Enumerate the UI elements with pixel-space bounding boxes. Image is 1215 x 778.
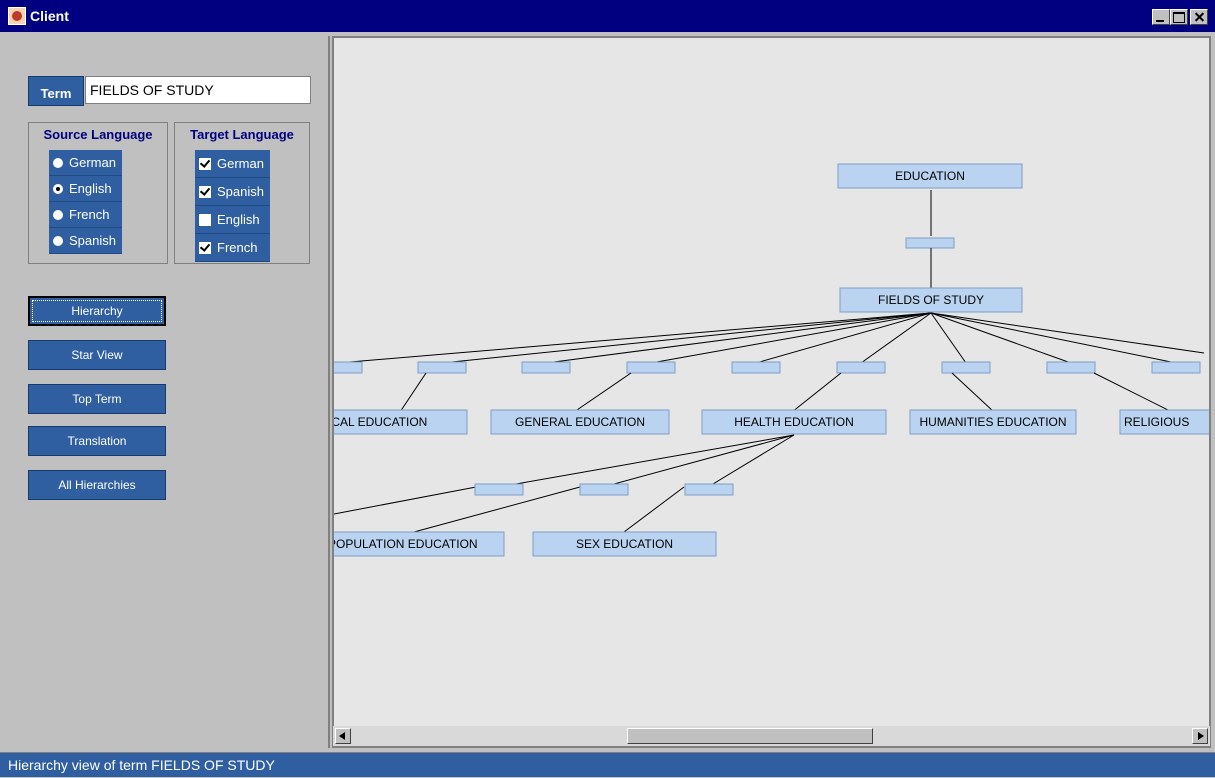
target-language-option[interactable]: English	[195, 206, 270, 234]
hierarchy-edge	[441, 312, 932, 364]
source-language-title: Source Language	[43, 127, 153, 142]
target-language-option[interactable]: German	[195, 150, 270, 178]
hierarchy-edge	[930, 312, 1072, 364]
relation-connector[interactable]	[417, 361, 467, 374]
maximize-button[interactable]	[1170, 9, 1188, 25]
term-input[interactable]	[85, 76, 311, 104]
option-label: English	[69, 181, 112, 196]
relation-connector[interactable]	[521, 361, 571, 374]
hierarchy-edge	[498, 434, 795, 488]
hierarchy-edge	[930, 312, 1205, 354]
target-language-option[interactable]: Spanish	[195, 178, 270, 206]
relation-connector[interactable]	[1046, 361, 1096, 374]
checkbox-icon[interactable]	[199, 241, 211, 254]
relation-connector[interactable]	[626, 361, 676, 374]
hierarchy-edge	[951, 372, 995, 413]
checkbox-icon[interactable]	[199, 185, 211, 198]
hierarchy-edge	[930, 312, 1177, 364]
radio-icon[interactable]	[53, 183, 63, 194]
hierarchy-edge	[399, 372, 427, 413]
source-language-option[interactable]: French	[49, 202, 122, 228]
target-language-options: German Spanish English French	[195, 150, 270, 262]
horizontal-scrollbar[interactable]	[333, 726, 1210, 746]
relation-connector[interactable]	[474, 483, 524, 496]
radio-icon[interactable]	[53, 235, 63, 246]
radio-icon[interactable]	[53, 157, 63, 168]
source-language-option[interactable]: German	[49, 150, 122, 176]
view-button-star-view[interactable]: Star View	[28, 340, 166, 370]
relation-connector[interactable]	[1151, 361, 1201, 374]
scroll-left-button[interactable]	[335, 728, 351, 744]
source-language-option[interactable]: Spanish	[49, 228, 122, 254]
hierarchy-edge	[930, 312, 967, 364]
node-child-4-label: RELIGIOUS	[1124, 415, 1189, 429]
option-label: German	[69, 155, 116, 170]
hierarchy-edge	[602, 434, 795, 488]
source-language-option[interactable]: English	[49, 176, 122, 202]
relation-connector[interactable]	[905, 237, 955, 249]
relation-connector[interactable]	[579, 483, 629, 496]
control-panel: Term Source Language German English French…	[8, 36, 330, 748]
term-row: Term	[28, 76, 311, 106]
java-cup-icon	[8, 7, 26, 25]
option-label: English	[217, 212, 260, 227]
target-language-group: Target Language German Spanish English Fren…	[174, 122, 310, 264]
hierarchy-edge	[545, 312, 932, 364]
view-button-translation[interactable]: Translation	[28, 426, 166, 456]
view-button-all-hierarchies[interactable]: All Hierarchies	[28, 470, 166, 500]
node-child-0-label: ICAL EDUCATION	[334, 415, 427, 429]
hierarchy-edge	[334, 486, 477, 515]
hierarchy-edge	[623, 486, 685, 533]
status-bar: Hierarchy view of term FIELDS OF STUDY	[0, 752, 1215, 777]
window-title: Client	[30, 8, 69, 24]
node-child-1-label: GENERAL EDUCATION	[515, 415, 645, 429]
option-label: Spanish	[69, 233, 116, 248]
close-button[interactable]	[1190, 9, 1208, 25]
option-label: German	[217, 156, 264, 171]
checkbox-icon[interactable]	[199, 157, 211, 170]
scroll-right-button[interactable]	[1192, 728, 1208, 744]
node-root-label: EDUCATION	[895, 169, 965, 183]
node-grandchild-0-label: POPULATION EDUCATION	[334, 537, 478, 551]
hierarchy-edge	[573, 372, 632, 413]
source-language-options: German English French Spanish	[49, 150, 122, 254]
option-label: French	[69, 207, 110, 222]
title-bar: Client	[0, 0, 1215, 32]
node-grandchild-1-label: SEX EDUCATION	[576, 537, 673, 551]
minimize-button[interactable]	[1152, 9, 1170, 25]
relation-connector[interactable]	[334, 361, 363, 374]
term-label: Term	[28, 76, 84, 106]
checkbox-icon[interactable]	[199, 213, 211, 226]
node-focus-label: FIELDS OF STUDY	[878, 293, 984, 307]
hierarchy-edge	[791, 372, 842, 413]
hierarchy-canvas[interactable]: EDUCATION FIELDS OF STUDY ICAL EDUCATION GE…	[332, 36, 1211, 748]
option-label: Spanish	[217, 184, 264, 199]
source-language-group: Source Language German English French Spani…	[28, 122, 168, 264]
option-label: French	[217, 240, 258, 255]
target-language-title: Target Language	[190, 127, 294, 142]
relation-connector[interactable]	[941, 361, 991, 374]
relation-connector[interactable]	[731, 361, 781, 374]
target-language-option[interactable]: French	[195, 234, 270, 262]
hierarchy-edge	[650, 312, 932, 364]
scroll-thumb[interactable]	[627, 728, 873, 744]
hierarchy-graph: EDUCATION FIELDS OF STUDY ICAL EDUCATION GE…	[334, 163, 1209, 557]
relation-connector[interactable]	[684, 483, 734, 496]
node-child-3-label: HUMANITIES EDUCATION	[919, 415, 1066, 429]
relation-connector[interactable]	[836, 361, 886, 374]
view-button-hierarchy[interactable]: Hierarchy	[28, 296, 166, 326]
view-button-top-term[interactable]: Top Term	[28, 384, 166, 414]
node-child-2-label: HEALTH EDUCATION	[734, 415, 854, 429]
radio-icon[interactable]	[53, 209, 63, 220]
